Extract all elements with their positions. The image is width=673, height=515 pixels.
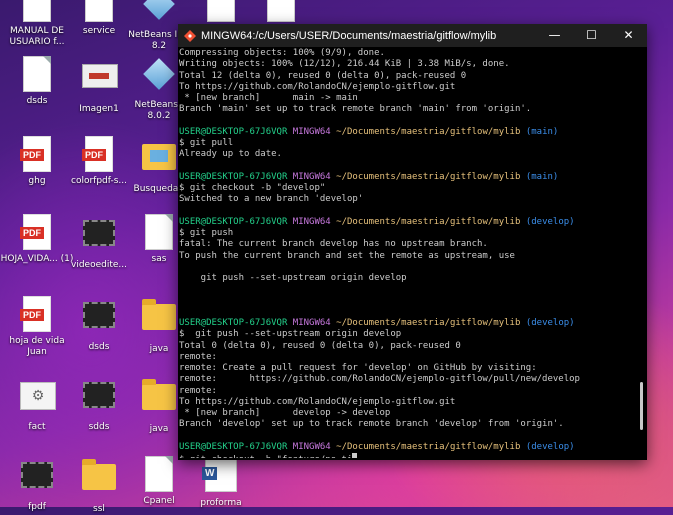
terminal-prompt: USER@DESKTOP-67J6VQR MINGW64 ~/Documents… bbox=[179, 127, 637, 138]
terminal-line: Branch 'main' set up to track remote bra… bbox=[179, 104, 532, 115]
netbeans-icon bbox=[142, 58, 176, 96]
document-icon bbox=[20, 56, 54, 92]
image-icon bbox=[82, 64, 118, 100]
window-titlebar[interactable]: MINGW64:/c/Users/USER/Documents/maestria… bbox=[178, 24, 647, 47]
terminal-prompt: USER@DESKTOP-67J6VQR MINGW64 ~/Documents… bbox=[179, 172, 637, 183]
terminal-line: Switched to a new branch 'develop' bbox=[179, 194, 364, 205]
folder-icon bbox=[142, 299, 176, 340]
prompt-user: USER@DESKTOP-67J6VQR bbox=[179, 318, 288, 328]
prompt-path: ~/Documents/maestria/gitflow/mylib bbox=[336, 126, 521, 137]
terminal-line: remote: bbox=[179, 351, 217, 362]
video-icon bbox=[82, 302, 116, 338]
terminal-line: $ git checkout -b "develop" bbox=[179, 183, 326, 193]
desktop-shortcut[interactable]: Wproforma bbox=[184, 456, 258, 509]
terminal-scrollbar[interactable] bbox=[640, 382, 643, 430]
terminal-input-line[interactable]: $ git checkout -b "feature/no-ti bbox=[179, 453, 637, 458]
video-icon bbox=[82, 382, 116, 418]
slack-icon bbox=[264, 0, 298, 22]
folder-zip-icon bbox=[142, 379, 176, 420]
folder-image-icon bbox=[142, 144, 176, 180]
terminal-line: To https://github.com/RolandoCN/ejemplo-… bbox=[179, 396, 456, 407]
prompt-path: ~/Documents/maestria/gitflow/mylib bbox=[336, 171, 521, 182]
prompt-path: ~/Documents/maestria/gitflow/mylib bbox=[336, 441, 521, 452]
prompt-branch: (main) bbox=[525, 171, 559, 182]
terminal-line: $ git push --set-upstream origin develop bbox=[179, 329, 402, 340]
video-icon bbox=[20, 462, 54, 498]
terminal-prompt: USER@DESKTOP-67J6VQR MINGW64 ~/Documents… bbox=[179, 442, 637, 453]
document-icon bbox=[142, 456, 176, 492]
document-icon bbox=[142, 214, 176, 250]
prompt-branch: (develop) bbox=[525, 318, 575, 328]
prompt-path: ~/Documents/maestria/gitflow/mylib bbox=[336, 318, 521, 328]
folder-icon bbox=[82, 459, 116, 500]
window-title: MINGW64:/c/Users/USER/Documents/maestria… bbox=[201, 29, 497, 42]
terminal-line: To push the current branch and set the r… bbox=[179, 250, 515, 261]
netbeans-icon bbox=[142, 0, 176, 26]
document-icon bbox=[82, 0, 116, 22]
terminal-line: git push --set-upstream origin develop bbox=[179, 273, 407, 283]
terminal-line: Compressing objects: 100% (9/9), done. bbox=[179, 48, 385, 58]
terminal-line: fatal: The current branch develop has no… bbox=[179, 239, 488, 250]
pdf-icon: PDF bbox=[20, 296, 54, 332]
terminal-line: remote: Create a pull request for 'devel… bbox=[179, 363, 537, 373]
prompt-shell: MINGW64 bbox=[292, 171, 331, 182]
terminal-line: To https://github.com/RolandoCN/ejemplo-… bbox=[179, 81, 456, 92]
terminal-line: remote: https://github.com/RolandoCN/eje… bbox=[179, 374, 580, 385]
terminal-line: * [new branch] develop -> develop bbox=[179, 408, 391, 418]
prompt-shell: MINGW64 bbox=[292, 318, 331, 328]
terminal-line: $ git push bbox=[179, 228, 234, 238]
git-bash-icon bbox=[184, 29, 196, 42]
minimize-button[interactable]: — bbox=[536, 24, 573, 47]
word-icon: W bbox=[202, 458, 238, 494]
desktop-shortcut-label: proforma bbox=[200, 498, 242, 508]
terminal-line: * [new branch] main -> main bbox=[179, 93, 358, 103]
close-button[interactable]: ✕ bbox=[610, 24, 647, 47]
prompt-user: USER@DESKTOP-67J6VQR bbox=[179, 171, 288, 182]
video-icon bbox=[82, 220, 116, 256]
pdf-icon: PDF bbox=[20, 214, 54, 250]
prompt-branch: (develop) bbox=[525, 216, 575, 227]
terminal-output[interactable]: Compressing objects: 100% (9/9), done. Wr… bbox=[179, 48, 637, 458]
prompt-user: USER@DESKTOP-67J6VQR bbox=[179, 126, 288, 137]
terminal-line: Total 12 (delta 0), reused 0 (delta 0), … bbox=[179, 70, 467, 81]
prompt-shell: MINGW64 bbox=[292, 216, 331, 227]
prompt-branch: (main) bbox=[525, 126, 559, 137]
terminal-line: Writing objects: 100% (12/12), 216.44 Ki… bbox=[179, 59, 510, 70]
cursor-icon bbox=[352, 453, 358, 458]
prompt-path: ~/Documents/maestria/gitflow/mylib bbox=[336, 216, 521, 227]
terminal-line: remote: bbox=[179, 385, 217, 396]
terminal-input-text: $ git checkout -b "feature/no-ti bbox=[179, 455, 352, 458]
prompt-shell: MINGW64 bbox=[292, 441, 331, 452]
document-icon bbox=[20, 0, 54, 22]
terminal-line: Total 0 (delta 0), reused 0 (delta 0), p… bbox=[179, 340, 461, 351]
prompt-user: USER@DESKTOP-67J6VQR bbox=[179, 441, 288, 452]
prompt-shell: MINGW64 bbox=[292, 126, 331, 137]
pdf-icon: PDF bbox=[82, 136, 116, 172]
script-icon bbox=[204, 0, 238, 22]
settings-file-icon: ⚙ bbox=[20, 382, 56, 418]
maximize-button[interactable]: ☐ bbox=[573, 24, 610, 47]
prompt-branch: (develop) bbox=[525, 441, 575, 452]
terminal-line: $ git pull bbox=[179, 138, 234, 148]
terminal-line: Branch 'develop' set up to track remote … bbox=[179, 419, 564, 430]
terminal-line: Already up to date. bbox=[179, 149, 282, 160]
pdf-icon: PDF bbox=[20, 136, 54, 172]
terminal-prompt: USER@DESKTOP-67J6VQR MINGW64 ~/Documents… bbox=[179, 217, 637, 228]
terminal-window[interactable]: MINGW64:/c/Users/USER/Documents/maestria… bbox=[178, 24, 647, 460]
terminal-prompt: USER@DESKTOP-67J6VQR MINGW64 ~/Documents… bbox=[179, 318, 637, 329]
prompt-user: USER@DESKTOP-67J6VQR bbox=[179, 216, 288, 227]
